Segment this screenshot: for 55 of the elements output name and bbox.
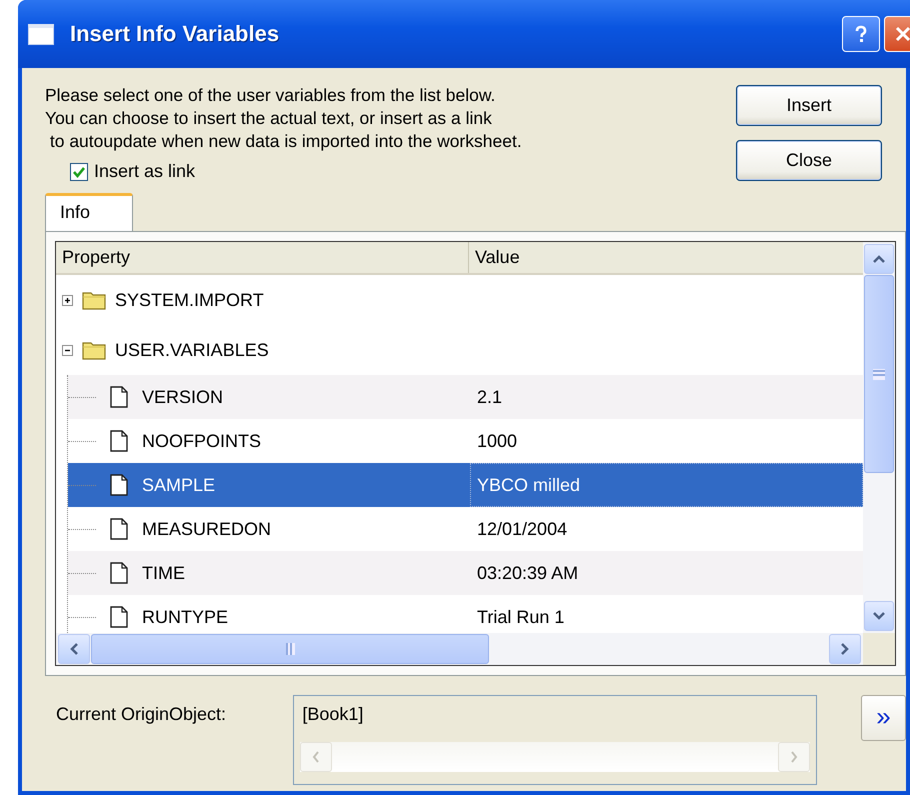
property-value: 03:20:39 AM [477,562,578,584]
property-name: RUNTYPE [142,606,228,628]
property-value: YBCO milled [477,474,580,496]
vertical-scrollbar[interactable] [863,242,895,633]
window-title: Insert Info Variables [70,21,280,47]
table-row[interactable]: TIME 03:20:39 AM [68,551,863,595]
scrollbar-corner [863,633,895,665]
document-icon [110,518,128,540]
collapse-icon[interactable] [62,344,73,356]
property-name: MEASUREDON [142,518,272,540]
property-value: 1000 [477,430,518,452]
scroll-thumb[interactable] [91,634,489,664]
document-icon [110,474,128,496]
instruction-text: Please select one of the user variables from the list below. [45,84,496,107]
dialog-button[interactable]: Close [736,140,882,181]
scroll-right-button[interactable] [829,634,861,664]
help-button[interactable] [842,16,880,52]
scroll-thumb[interactable] [864,275,894,473]
document-icon [110,386,128,408]
table-row[interactable]: NOOFPOINTS 1000 [68,419,863,463]
instruction-text: You can choose to insert the actual text, or insert as a link [45,107,493,130]
scroll-up-button[interactable] [864,244,894,274]
property-name: SAMPLE [142,474,216,496]
column-header[interactable]: Value [469,242,863,273]
window-icon [28,24,54,44]
expand-button[interactable]: » [861,695,906,741]
close-icon [893,24,910,44]
document-icon [110,562,128,584]
dialog-button[interactable]: Insert [736,85,882,126]
property-name: TIME [142,562,185,584]
scroll-left-button[interactable] [58,634,90,664]
document-icon [110,606,128,628]
table-row[interactable]: RUNTYPE Trial Run 1 [68,595,863,633]
property-value: Trial Run 1 [477,606,564,628]
tab[interactable]: Info [45,193,133,231]
checkmark-icon [72,164,86,178]
property-name: NOOFPOINTS [142,430,262,452]
property-name: VERSION [142,386,224,408]
folder-icon [82,290,106,310]
insert-as-link-checkbox[interactable]: Insert as link [70,161,196,182]
scroll-down-button[interactable] [864,601,894,631]
folder-icon [82,340,106,360]
document-icon [110,430,128,452]
expand-icon[interactable] [62,294,73,306]
column-header[interactable]: Property [56,242,469,273]
current-object-label: Current OriginObject: [56,704,228,725]
folder-name[interactable]: USER.VARIABLES [115,340,269,360]
instruction-text: to autoupdate when new data is imported into the worksheet. [48,130,522,153]
table-row[interactable]: MEASUREDON 12/01/2004 [68,507,863,551]
folder-name[interactable]: SYSTEM.IMPORT [115,290,264,310]
property-value: 12/01/2004 [477,518,568,540]
property-value: 2.1 [477,386,502,408]
table-row[interactable]: SAMPLE YBCO milled [68,463,863,507]
table-row[interactable]: VERSION 2.1 [68,375,863,419]
horizontal-scrollbar[interactable] [56,633,863,665]
